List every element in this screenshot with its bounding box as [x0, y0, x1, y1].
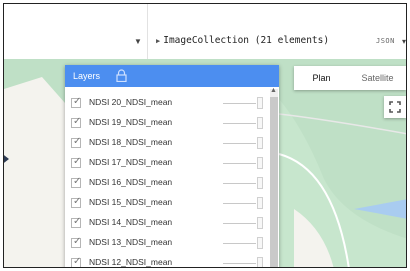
layer-settings-button[interactable] — [257, 97, 263, 109]
layer-settings-button[interactable] — [257, 117, 263, 129]
console-panel: ▼ ▶ ImageCollection (21 elements) JSON ▾ — [4, 4, 406, 59]
layer-opacity-slider[interactable] — [223, 243, 256, 244]
map-type-control: Plan Satellite — [294, 66, 406, 90]
layer-label: NDSI 15_NDSI_mean — [89, 197, 173, 207]
layer-checkbox[interactable]: ✓ — [71, 136, 82, 148]
layer-opacity-slider[interactable] — [223, 263, 256, 264]
expand-triangle-icon[interactable]: ▶ — [156, 37, 160, 45]
layer-opacity-slider[interactable] — [223, 143, 256, 144]
layer-settings-button[interactable] — [257, 237, 263, 249]
layer-checkbox[interactable]: ✓ — [71, 156, 82, 168]
collapse-arrow-icon[interactable]: ▼ — [134, 37, 142, 46]
layer-row[interactable]: ✓ NDSI 12_NDSI_mean — [65, 253, 263, 267]
layer-checkbox[interactable]: ✓ — [71, 96, 82, 108]
console-output-row[interactable]: ▶ ImageCollection (21 elements) — [156, 35, 329, 46]
layer-row[interactable]: ✓ NDSI 13_NDSI_mean — [65, 233, 263, 253]
pointer-marker-icon — [4, 152, 9, 166]
layer-label: NDSI 12_NDSI_mean — [89, 257, 173, 267]
checkmark-icon: ✓ — [73, 216, 82, 227]
layer-row[interactable]: ✓ NDSI 15_NDSI_mean — [65, 193, 263, 213]
map-type-plan-button[interactable]: Plan — [294, 66, 349, 90]
layer-row[interactable]: ✓ NDSI 16_NDSI_mean — [65, 173, 263, 193]
layer-opacity-slider[interactable] — [223, 183, 256, 184]
checkmark-icon: ✓ — [73, 256, 82, 267]
layer-row[interactable]: ✓ NDSI 19_NDSI_mean — [65, 113, 263, 133]
map-land-area — [4, 77, 65, 267]
checkmark-icon: ✓ — [73, 196, 82, 207]
fullscreen-button[interactable] — [384, 96, 406, 118]
layer-opacity-slider[interactable] — [223, 163, 256, 164]
lock-icon[interactable] — [116, 69, 127, 82]
checkmark-icon: ✓ — [73, 136, 82, 147]
layer-settings-button[interactable] — [257, 257, 263, 267]
layers-title: Layers — [73, 71, 101, 81]
layer-settings-button[interactable] — [257, 157, 263, 169]
layer-label: NDSI 16_NDSI_mean — [89, 177, 173, 187]
layer-label: NDSI 14_NDSI_mean — [89, 217, 173, 227]
checkmark-icon: ✓ — [73, 236, 82, 247]
layer-label: NDSI 18_NDSI_mean — [89, 137, 173, 147]
layer-settings-button[interactable] — [257, 177, 263, 189]
layer-opacity-slider[interactable] — [223, 223, 256, 224]
layers-panel: Layers ✓ NDSI 20_NDSI_mean ✓ NDSI 19_NDSI_m… — [65, 65, 279, 267]
layer-row[interactable]: ✓ NDSI 18_NDSI_mean — [65, 133, 263, 153]
layer-checkbox[interactable]: ✓ — [71, 196, 82, 208]
layer-row[interactable]: ✓ NDSI 14_NDSI_mean — [65, 213, 263, 233]
layer-settings-button[interactable] — [257, 137, 263, 149]
layer-checkbox[interactable]: ✓ — [71, 176, 82, 188]
layer-settings-button[interactable] — [257, 197, 263, 209]
layers-list: ✓ NDSI 20_NDSI_mean ✓ NDSI 19_NDSI_mean ✓ NDS… — [65, 93, 263, 267]
layer-label: NDSI 17_NDSI_mean — [89, 157, 173, 167]
layer-checkbox[interactable]: ✓ — [71, 236, 82, 248]
layer-opacity-slider[interactable] — [223, 103, 256, 104]
layer-label: NDSI 20_NDSI_mean — [89, 97, 173, 107]
map-type-satellite-button[interactable]: Satellite — [349, 66, 406, 90]
console-output-text: ImageCollection (21 elements) — [163, 35, 330, 46]
layer-opacity-slider[interactable] — [223, 203, 256, 204]
layer-checkbox[interactable]: ✓ — [71, 116, 82, 128]
layer-row[interactable]: ✓ NDSI 20_NDSI_mean — [65, 93, 263, 113]
layer-opacity-slider[interactable] — [223, 123, 256, 124]
checkmark-icon: ✓ — [73, 116, 82, 127]
scroll-up-icon[interactable]: ▲ — [270, 87, 277, 94]
layer-checkbox[interactable]: ✓ — [71, 256, 82, 267]
layers-header: Layers — [65, 65, 279, 87]
checkmark-icon: ✓ — [73, 176, 82, 187]
layer-row[interactable]: ✓ NDSI 17_NDSI_mean — [65, 153, 263, 173]
console-dropdown-icon[interactable]: ▾ — [402, 37, 406, 46]
fullscreen-icon — [389, 101, 401, 113]
panel-scroll-thumb[interactable] — [270, 97, 278, 267]
console-divider — [147, 4, 148, 59]
layer-label: NDSI 19_NDSI_mean — [89, 117, 173, 127]
json-link[interactable]: JSON — [376, 37, 395, 45]
checkmark-icon: ✓ — [73, 96, 82, 107]
layer-label: NDSI 13_NDSI_mean — [89, 237, 173, 247]
checkmark-icon: ✓ — [73, 156, 82, 167]
layer-checkbox[interactable]: ✓ — [71, 216, 82, 228]
screenshot-frame: ▼ ▶ ImageCollection (21 elements) JSON ▾ … — [3, 3, 407, 268]
layer-settings-button[interactable] — [257, 217, 263, 229]
map-canvas[interactable]: Layers ✓ NDSI 20_NDSI_mean ✓ NDSI 19_NDSI_m… — [4, 59, 406, 267]
